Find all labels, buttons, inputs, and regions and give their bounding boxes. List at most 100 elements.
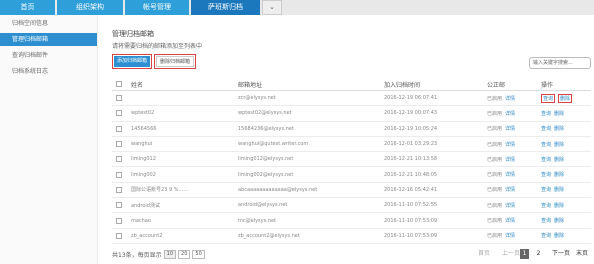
detail-link[interactable]: 详情 [505,171,515,178]
row-checkbox-cell [116,229,126,243]
status-text: 已启用 [487,218,503,225]
row-checkbox[interactable] [116,156,122,163]
page-subtitle: 请将需要归档的邮箱添加至列表中 [112,43,203,50]
delete-link[interactable]: 删除 [554,171,564,178]
delete-link[interactable]: 删除 [554,110,564,117]
row-status: 已启用 详情 [487,137,527,151]
table-row: wptest02 wptest02@elysys.net 2016-12-19 00… [112,106,591,122]
tab-sox-archive[interactable]: 萨班斯归档 [191,0,260,15]
add-button-highlight: 添加归档邮箱 [112,54,152,69]
delete-link[interactable]: 删除 [554,232,564,239]
row-checkbox-cell [116,122,126,136]
query-link[interactable]: 查询 [541,186,551,193]
row-name: liming002 [131,171,156,178]
row-date: 2016-11-10 07:53:09 [384,217,438,224]
page-size-20[interactable]: 20 [178,250,191,259]
row-name: 14564566 [131,125,157,132]
header-name: 姓名 [131,81,144,89]
query-link[interactable]: 查询 [541,110,551,117]
delete-link[interactable]: 删除 [554,186,564,193]
row-status: 已启用 详情 [487,229,527,243]
main-content: 管理归档邮箱 请将需要归档的邮箱添加至列表中 添加归档邮箱 删除归档邮箱 姓名 … [98,15,594,264]
query-link[interactable]: 查询 [541,232,551,239]
detail-link[interactable]: 详情 [505,232,515,239]
query-link[interactable]: 查询 [541,171,551,178]
delete-archive-mailbox-button[interactable]: 删除归档邮箱 [156,56,194,67]
sidebar-item-manage-archive-mailbox[interactable]: 管理归档邮箱 [0,33,97,46]
status-text: 已启用 [487,110,503,117]
row-checkbox-cell [116,152,126,166]
page-size-50[interactable]: 50 [192,250,205,259]
row-date: 2016-12-01 03:29:23 [384,141,438,148]
tab-account-management[interactable]: 帐号管理 [125,0,189,15]
row-checkbox[interactable] [116,171,122,178]
row-ops: 查询 删除 [541,213,591,227]
row-name: 国际公语账号23 9 %...... [131,187,189,194]
row-date: 2016-12-19 06:07:41 [384,95,438,102]
row-email: zb_account2@elysys.net [238,232,300,239]
header-date: 加入归档时间 [384,81,421,89]
row-date: 2016-12-16 05:42:41 [384,186,438,193]
row-checkbox-cell [116,198,126,212]
detail-link[interactable]: 详情 [505,186,515,193]
page-size-control: 共13条，每页显示 10 20 50 [112,250,205,259]
header-status: 公正邮 [487,81,506,89]
row-ops: 查询 删除 [541,198,591,212]
page-1-button[interactable]: 1 [520,249,529,259]
row-checkbox[interactable] [116,202,122,209]
detail-link[interactable]: 详情 [505,110,515,117]
detail-link[interactable]: 详情 [505,202,515,209]
row-checkbox-cell [116,213,126,227]
query-link[interactable]: 查询 [541,141,551,148]
more-tabs-button[interactable]: ⌄ [262,0,282,15]
status-text: 已启用 [487,95,503,102]
delete-link[interactable]: 删除 [554,202,564,209]
sidebar-item-query-archive-mail[interactable]: 查询归档邮件 [0,49,97,62]
tab-organization[interactable]: 组织架构 [57,0,123,15]
delete-link[interactable]: 删除 [554,217,564,224]
row-checkbox[interactable] [116,232,122,239]
query-link[interactable]: 查询 [541,202,551,209]
delete-link[interactable]: 删除 [554,156,564,163]
sidebar-item-archive-system-log[interactable]: 归档系统日志 [0,65,97,78]
row-checkbox-cell [116,167,126,181]
query-link[interactable]: 查询 [541,217,551,224]
sidebar-item-archive-space[interactable]: 归档空间信息 [0,17,97,30]
page-size-10[interactable]: 10 [163,250,177,259]
row-checkbox[interactable] [116,110,122,117]
detail-link[interactable]: 详情 [505,217,515,224]
query-link[interactable]: 查询 [541,125,551,132]
row-checkbox[interactable] [116,95,122,102]
row-checkbox-cell [116,91,126,105]
query-link[interactable]: 查询 [541,93,556,103]
page-2-button[interactable]: 2 [534,249,543,259]
delete-link[interactable]: 删除 [554,141,564,148]
select-all-checkbox[interactable] [116,81,122,87]
delete-link[interactable]: 删除 [554,125,564,132]
status-text: 已启用 [487,141,503,148]
row-name: liming012 [131,156,156,163]
record-summary: 共13条，每页显示 [112,252,162,259]
row-checkbox[interactable] [116,141,122,148]
row-ops: 查询 删除 [541,152,591,166]
table-row: machao mc@elysys.net 2016-11-10 07:53:09 已启… [112,213,591,229]
query-link[interactable]: 查询 [541,156,551,163]
tab-home[interactable]: 首页 [0,0,55,15]
detail-link[interactable]: 详情 [505,141,515,148]
detail-link[interactable]: 详情 [505,156,515,163]
table-row: liming002 liming002@elysys.net 2016-12-21 … [112,167,591,183]
first-page-button[interactable]: 首页 [474,249,494,259]
row-checkbox[interactable] [116,217,122,224]
search-input[interactable] [530,58,590,68]
row-checkbox[interactable] [116,125,122,132]
delete-link[interactable]: 删除 [558,93,573,103]
next-page-button[interactable]: 下一页 [550,249,572,259]
detail-link[interactable]: 详情 [505,125,515,132]
row-name: wptest02 [131,110,155,117]
detail-link[interactable]: 详情 [505,95,515,102]
row-email: zcr@elysys.net [238,95,276,102]
row-checkbox[interactable] [116,186,122,193]
last-page-button[interactable]: 末页 [574,249,590,259]
add-archive-mailbox-button[interactable]: 添加归档邮箱 [114,56,150,67]
page-title: 管理归档邮箱 [112,30,154,38]
